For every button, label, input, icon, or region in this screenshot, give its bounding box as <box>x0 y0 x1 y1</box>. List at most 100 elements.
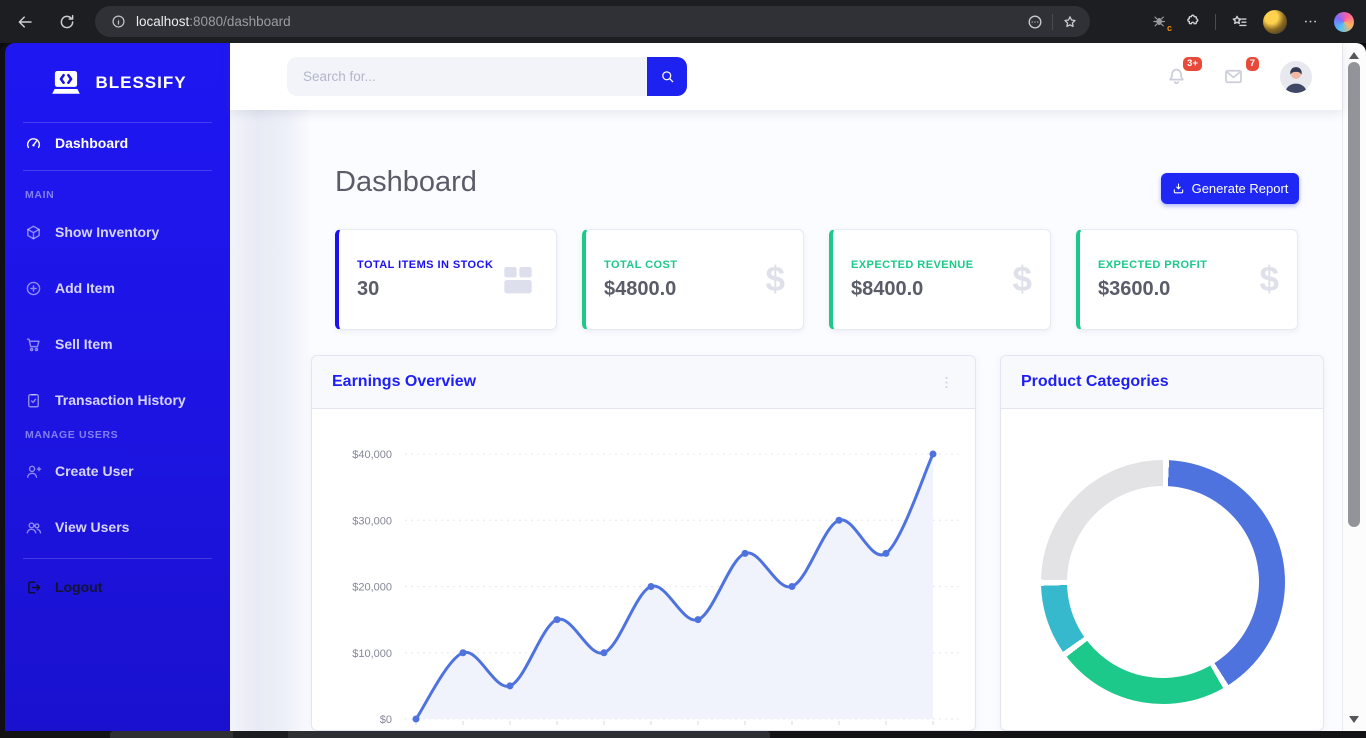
extensions-puzzle-icon <box>1187 14 1199 25</box>
topbar: 3+ 7 <box>230 43 1342 110</box>
envelope-icon <box>1225 69 1242 84</box>
content-background <box>230 110 310 731</box>
taskbar-block <box>233 731 288 738</box>
taskbar <box>0 731 1366 738</box>
page-scrollbar <box>1342 43 1366 731</box>
sidebar: BLESSIFY Dashboard MAIN Show Inventory Add … <box>5 43 230 731</box>
search-input[interactable] <box>287 57 647 96</box>
categories-card-header: Product Categories <box>1001 356 1323 409</box>
browser-refresh-button[interactable] <box>50 5 84 39</box>
circled-ellipsis-icon[interactable] <box>1027 14 1043 30</box>
scrollbar-thumb[interactable] <box>1348 62 1360 527</box>
topbar-icons: 3+ 7 <box>1166 43 1312 110</box>
adblocker-extension-icon[interactable]: c <box>1151 13 1172 33</box>
search-button[interactable] <box>647 57 687 96</box>
categories-title: Product Categories <box>1021 373 1169 390</box>
stat-icon: $ <box>1260 262 1279 297</box>
plus-circle-icon <box>26 281 41 295</box>
tachometer-icon <box>27 137 40 148</box>
browser-profile-avatar[interactable] <box>1263 9 1287 34</box>
dollar-icon: $ <box>1259 260 1279 299</box>
alerts-badge: 3+ <box>1183 57 1202 71</box>
svg-text:$30,000: $30,000 <box>352 515 392 527</box>
stat-text: EXPECTED PROFIT $3600.0 <box>1098 259 1207 301</box>
sidebar-divider <box>23 170 212 171</box>
sidebar-brand[interactable]: BLESSIFY <box>5 57 230 109</box>
earnings-card-header: Earnings Overview <box>312 356 975 409</box>
sidebar-item-sell-item[interactable]: Sell Item <box>5 328 230 360</box>
logout-icon <box>28 580 41 594</box>
sidebar-item-create-user[interactable]: Create User <box>5 455 230 487</box>
bookmark-star-icon <box>1064 15 1076 27</box>
divider <box>1215 13 1216 30</box>
user-avatar[interactable] <box>1280 60 1312 93</box>
stat-value: 30 <box>357 277 380 300</box>
sidebar-item-dashboard[interactable]: Dashboard <box>5 127 230 159</box>
earnings-overview-card: Earnings Overview $0 $10,000 $20,000 $30,00… <box>311 355 976 731</box>
sidebar-item-label: Logout <box>55 579 103 595</box>
scrollbar-down-arrow[interactable] <box>1349 716 1359 723</box>
search-icon <box>661 71 673 83</box>
browser-back-button[interactable] <box>8 5 42 39</box>
stat-icon: $ <box>1013 262 1032 297</box>
card-menu-icon[interactable] <box>938 374 955 391</box>
browser-address-bar[interactable]: localhost:8080/dashboard <box>95 6 1090 37</box>
earnings-line-chart: $0 $10,000 $20,000 $30,000 $40,000 <box>352 449 962 726</box>
search-box <box>287 57 687 96</box>
svg-text:$40,000: $40,000 <box>352 449 392 461</box>
stat-icon <box>498 260 538 300</box>
sidebar-item-transaction-history[interactable]: Transaction History <box>5 384 230 416</box>
stat-card-total-cost: TOTAL COST $4800.0 $ <box>582 229 804 330</box>
svg-text:$10,000: $10,000 <box>352 648 392 660</box>
site-info-icon[interactable] <box>111 14 126 29</box>
more-options-icon[interactable] <box>1302 13 1319 30</box>
generate-report-button[interactable]: Generate Report <box>1161 173 1299 204</box>
download-icon <box>1172 182 1185 195</box>
page-title: Dashboard <box>335 166 477 198</box>
sidebar-item-view-users[interactable]: View Users <box>5 511 230 543</box>
favorites-list-icon[interactable] <box>1231 13 1248 30</box>
stat-text: TOTAL ITEMS IN STOCK 30 <box>357 259 493 301</box>
brand-name: BLESSIFY <box>95 73 187 92</box>
browser-extensions-area: c <box>1151 0 1354 43</box>
bookmark-star-icon[interactable] <box>1062 14 1078 30</box>
search-icon <box>660 69 675 84</box>
stat-label: EXPECTED REVENUE <box>851 258 974 271</box>
sidebar-item-label: Dashboard <box>55 135 129 151</box>
stat-label: TOTAL ITEMS IN STOCK <box>357 258 494 271</box>
extensions-puzzle-icon[interactable] <box>1183 13 1200 30</box>
categories-donut-chart <box>1041 460 1285 704</box>
url-text: localhost:8080/dashboard <box>136 14 291 29</box>
more-options-icon <box>1304 20 1317 23</box>
user-plus-icon <box>26 465 42 478</box>
dollar-icon: $ <box>1012 260 1032 299</box>
sidebar-item-label: Sell Item <box>55 336 113 352</box>
site-info-icon <box>112 15 125 28</box>
sidebar-item-label: Add Item <box>55 280 115 296</box>
scrollbar-up-arrow[interactable] <box>1349 52 1359 59</box>
back-arrow-icon <box>18 15 32 28</box>
categories-chart-area <box>1001 409 1323 730</box>
main-content: Dashboard Generate Report Earnings Overv… <box>310 110 1342 731</box>
sidebar-item-add-item[interactable]: Add Item <box>5 272 230 304</box>
messages-button[interactable]: 7 <box>1223 57 1259 87</box>
sidebar-item-label: Show Inventory <box>55 224 160 240</box>
bug-icon <box>1153 16 1166 27</box>
copilot-icon[interactable] <box>1334 11 1354 32</box>
sidebar-item-label: Transaction History <box>55 392 186 408</box>
circled-ellipsis-icon <box>1028 15 1042 28</box>
cart-icon <box>26 337 40 351</box>
svg-text:$20,000: $20,000 <box>352 582 392 594</box>
refresh-icon <box>60 14 74 28</box>
stat-value: $4800.0 <box>604 277 677 300</box>
alerts-bell-button[interactable]: 3+ <box>1166 57 1202 87</box>
taskbar-strip <box>110 731 770 738</box>
stat-label: EXPECTED PROFIT <box>1098 258 1208 271</box>
stat-icon: $ <box>766 262 785 297</box>
sidebar-item-show-inventory[interactable]: Show Inventory <box>5 216 230 248</box>
stat-text: EXPECTED REVENUE $8400.0 <box>851 259 974 301</box>
sidebar-section-main: MAIN <box>25 189 55 201</box>
sidebar-divider <box>23 122 212 123</box>
divider <box>1052 13 1053 30</box>
sidebar-item-logout[interactable]: Logout <box>5 571 230 603</box>
